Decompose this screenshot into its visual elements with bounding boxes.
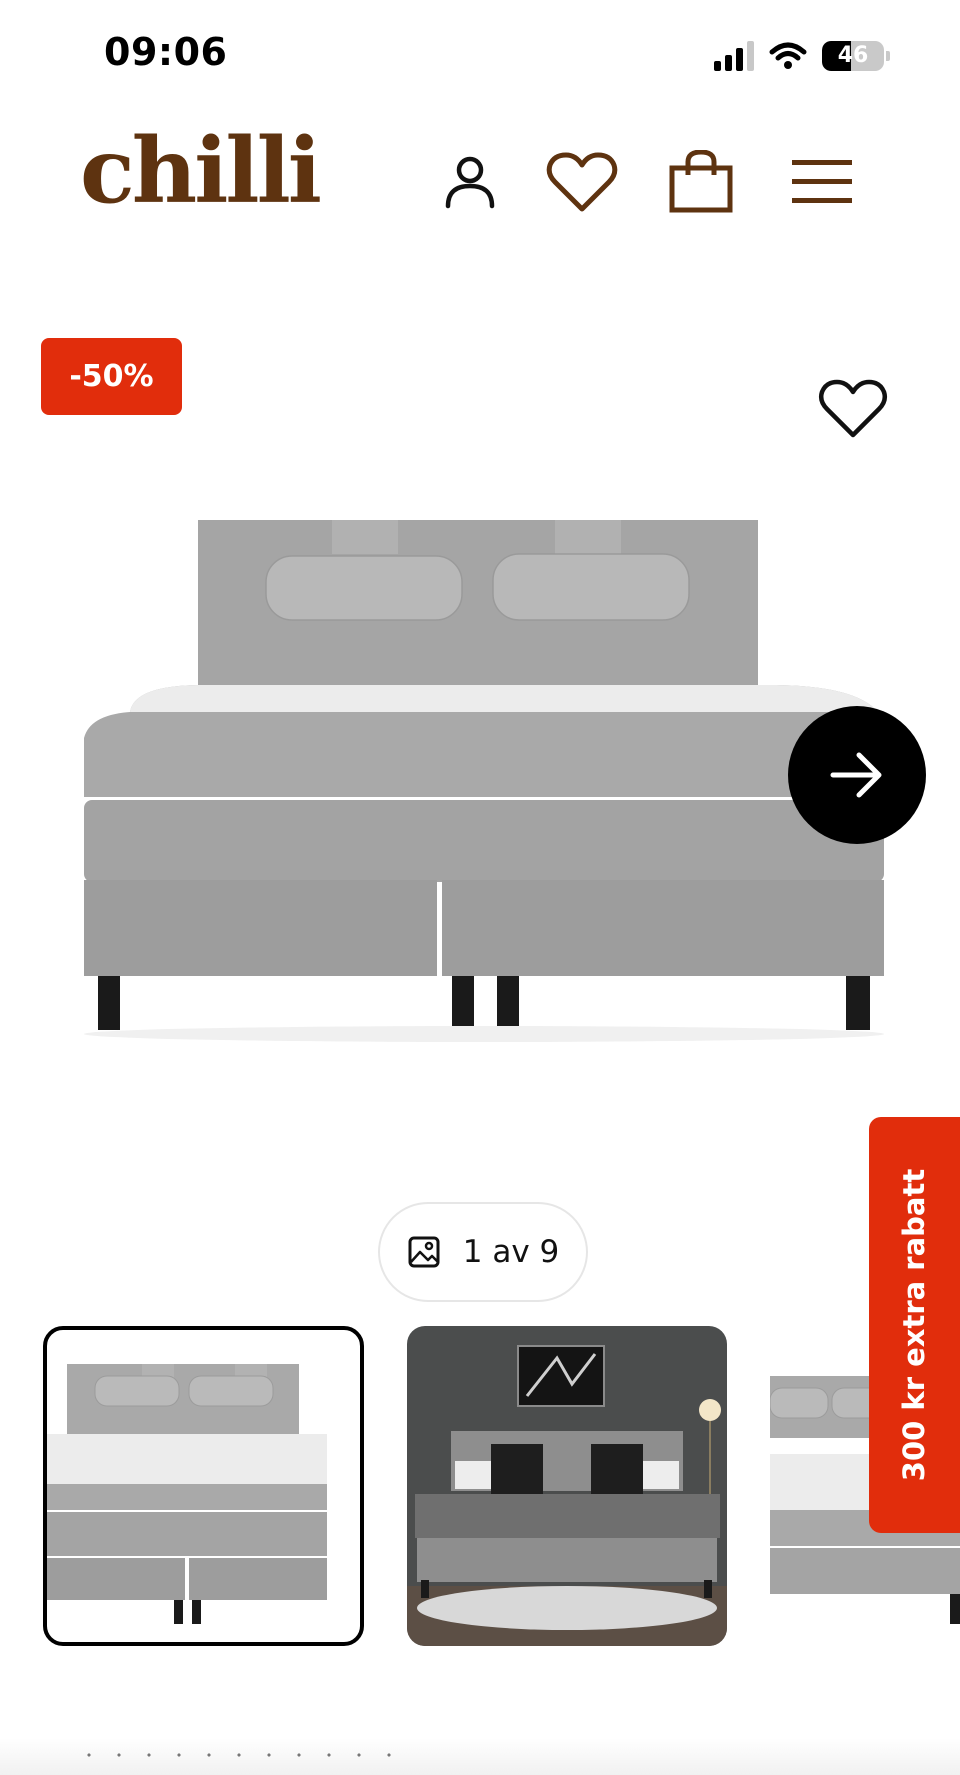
hamburger-menu-icon (792, 160, 852, 203)
brand-logo[interactable]: chilli (80, 126, 322, 216)
account-button[interactable] (434, 146, 506, 218)
cart-button[interactable] (665, 146, 737, 218)
image-counter: 1 av 9 (378, 1202, 588, 1302)
image-counter-text: 1 av 9 (462, 1234, 560, 1270)
wishlist-button[interactable] (546, 146, 618, 218)
discount-badge: -50% (41, 338, 182, 415)
heart-icon (546, 152, 618, 212)
thumbnail-1[interactable] (43, 1326, 364, 1646)
battery-percentage: 46 (837, 43, 869, 68)
next-image-button[interactable] (788, 706, 926, 844)
account-icon (445, 156, 495, 209)
cellular-signal-icon (714, 41, 754, 71)
thumbnail-2-image (407, 1326, 727, 1646)
add-to-wishlist-button[interactable] (818, 378, 888, 440)
extra-discount-label: 300 kr extra rabatt (897, 1168, 932, 1482)
battery-icon: 46 (822, 41, 884, 71)
thumbnail-2[interactable] (407, 1326, 727, 1646)
status-time: 09:06 (104, 30, 228, 74)
extra-discount-tab[interactable]: 300 kr extra rabatt (869, 1117, 960, 1533)
thumbnail-1-image (47, 1364, 327, 1624)
arrow-right-icon (830, 752, 882, 798)
product-main-image[interactable] (70, 500, 900, 1060)
battery-cap (886, 51, 890, 61)
status-icons: 46 (714, 36, 890, 76)
menu-button[interactable] (786, 146, 858, 218)
rating-stars-partial (74, 1752, 404, 1758)
status-bar: 09:06 46 (0, 0, 960, 110)
shopping-bag-icon (669, 150, 733, 213)
site-header: chilli (0, 120, 960, 240)
wifi-icon (769, 42, 807, 69)
image-icon (408, 1236, 440, 1268)
heart-outline-icon (818, 379, 888, 438)
